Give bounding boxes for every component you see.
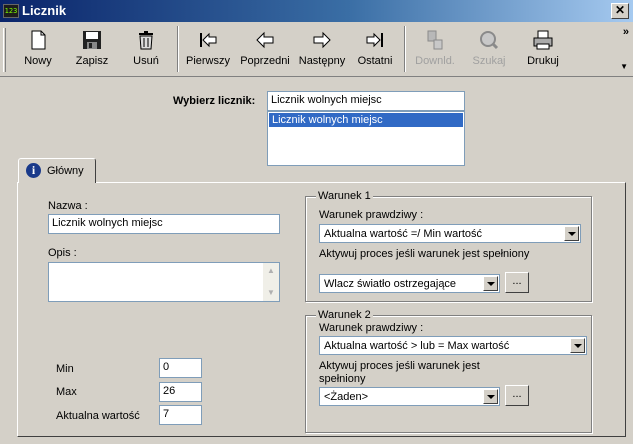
new-button[interactable]: Nowy	[12, 26, 64, 72]
condition-2-true-label: Warunek prawdziwy :	[319, 322, 424, 334]
condition-2-process-value: <Żaden>	[324, 391, 369, 403]
scroll-down-icon[interactable]: ▼	[263, 285, 279, 301]
condition-1-process-select[interactable]: Wlacz światło ostrzegające	[319, 274, 500, 293]
previous-arrow-icon	[256, 31, 274, 49]
scroll-up-icon[interactable]: ▲	[263, 263, 279, 279]
floppy-disk-icon	[83, 31, 101, 49]
title-bar[interactable]: 123 Licznik ✕	[0, 0, 633, 22]
download-icon	[427, 30, 443, 50]
delete-button[interactable]: Usuń	[120, 26, 172, 72]
save-button-label: Zapisz	[75, 55, 109, 67]
info-icon: i	[26, 163, 41, 178]
current-value-field[interactable]: 7	[159, 405, 202, 425]
chevron-down-icon[interactable]	[564, 226, 579, 241]
description-field[interactable]: ▲ ▼	[48, 262, 280, 302]
condition-1-true-value: Aktualna wartość =/ Min wartość	[324, 228, 483, 240]
condition-2-true-value: Aktualna wartość > lub = Max wartość	[324, 340, 510, 352]
condition-2-true-select[interactable]: Aktualna wartość > lub = Max wartość	[319, 336, 587, 355]
first-button[interactable]: Pierwszy	[182, 26, 234, 72]
first-button-label: Pierwszy	[185, 55, 230, 67]
tab-main-label: Główny	[47, 165, 84, 177]
list-item[interactable]: Licznik wolnych miejsc	[269, 113, 463, 127]
toolbar-options-arrow-icon[interactable]: ▼	[620, 62, 628, 71]
min-field[interactable]: 0	[159, 358, 202, 378]
condition-2-process-label-cont: spełniony	[319, 373, 366, 385]
first-record-icon	[200, 32, 217, 48]
chevron-down-icon[interactable]	[483, 389, 498, 404]
condition-1-true-label: Warunek prawdziwy :	[319, 209, 424, 221]
close-button[interactable]: ✕	[611, 3, 629, 19]
next-button[interactable]: Następny	[294, 26, 350, 72]
name-field[interactable]: Licznik wolnych miejsc	[48, 214, 280, 234]
condition-2-browse-button[interactable]: ...	[505, 385, 529, 406]
last-button-label: Ostatni	[357, 55, 393, 67]
toolbar-separator	[177, 26, 179, 72]
new-document-icon	[31, 30, 46, 50]
toolbar: Nowy Zapisz Usuń Pierwszy Poprzedni Nast…	[0, 22, 633, 77]
previous-button-label: Poprzedni	[240, 55, 290, 67]
name-label: Nazwa :	[48, 200, 88, 212]
previous-button[interactable]: Poprzedni	[237, 26, 293, 72]
condition-2-process-select[interactable]: <Żaden>	[319, 387, 500, 406]
condition-1-title: Warunek 1	[316, 190, 373, 202]
print-button-label: Drukuj	[527, 55, 559, 67]
download-button-label: Downld.	[415, 55, 455, 67]
description-label: Opis :	[48, 247, 77, 259]
next-arrow-icon	[313, 31, 331, 49]
window-title: Licznik	[22, 3, 67, 18]
chevron-down-icon[interactable]	[483, 276, 498, 291]
counter-select-label: Wybierz licznik:	[173, 95, 256, 107]
tab-main[interactable]: i Główny	[18, 158, 96, 183]
current-value-label: Aktualna wartość	[56, 410, 140, 422]
search-icon	[480, 31, 499, 50]
search-button-label: Szukaj	[472, 55, 506, 67]
max-field[interactable]: 26	[159, 382, 202, 402]
print-button[interactable]: Drukuj	[518, 26, 568, 72]
condition-2-process-label: Aktywuj proces jeśli warunek jest	[319, 360, 480, 372]
search-button[interactable]: Szukaj	[466, 26, 512, 72]
toolbar-overflow-chevron[interactable]: »	[623, 26, 629, 38]
min-label: Min	[56, 363, 74, 375]
condition-1-process-label: Aktywuj proces jeśli warunek jest spełni…	[319, 248, 530, 260]
chevron-down-icon[interactable]	[570, 338, 585, 353]
counter-select-input[interactable]: Licznik wolnych miejsc	[267, 91, 465, 111]
last-record-icon	[366, 32, 383, 48]
condition-1-process-value: Wlacz światło ostrzegające	[324, 278, 457, 290]
last-button[interactable]: Ostatni	[351, 26, 399, 72]
toolbar-separator	[404, 26, 406, 72]
max-label: Max	[56, 386, 77, 398]
condition-2-title: Warunek 2	[316, 309, 373, 321]
description-scrollbar[interactable]: ▲ ▼	[263, 263, 279, 301]
printer-icon	[533, 30, 553, 50]
download-button[interactable]: Downld.	[410, 26, 460, 72]
next-button-label: Następny	[298, 55, 346, 67]
condition-1-true-select[interactable]: Aktualna wartość =/ Min wartość	[319, 224, 581, 243]
condition-1-browse-button[interactable]: ...	[505, 272, 529, 293]
counter-listbox[interactable]: Licznik wolnych miejsc	[267, 111, 465, 166]
trash-bin-icon	[139, 31, 153, 50]
delete-button-label: Usuń	[133, 55, 159, 67]
close-icon: ✕	[614, 3, 626, 17]
save-button[interactable]: Zapisz	[66, 26, 118, 72]
new-button-label: Nowy	[24, 55, 52, 67]
app-window: 123 Licznik ✕ Nowy Zapisz Usuń Pierwszy …	[0, 0, 633, 444]
toolbar-grip[interactable]	[3, 28, 6, 72]
counter-app-icon: 123	[3, 4, 19, 18]
